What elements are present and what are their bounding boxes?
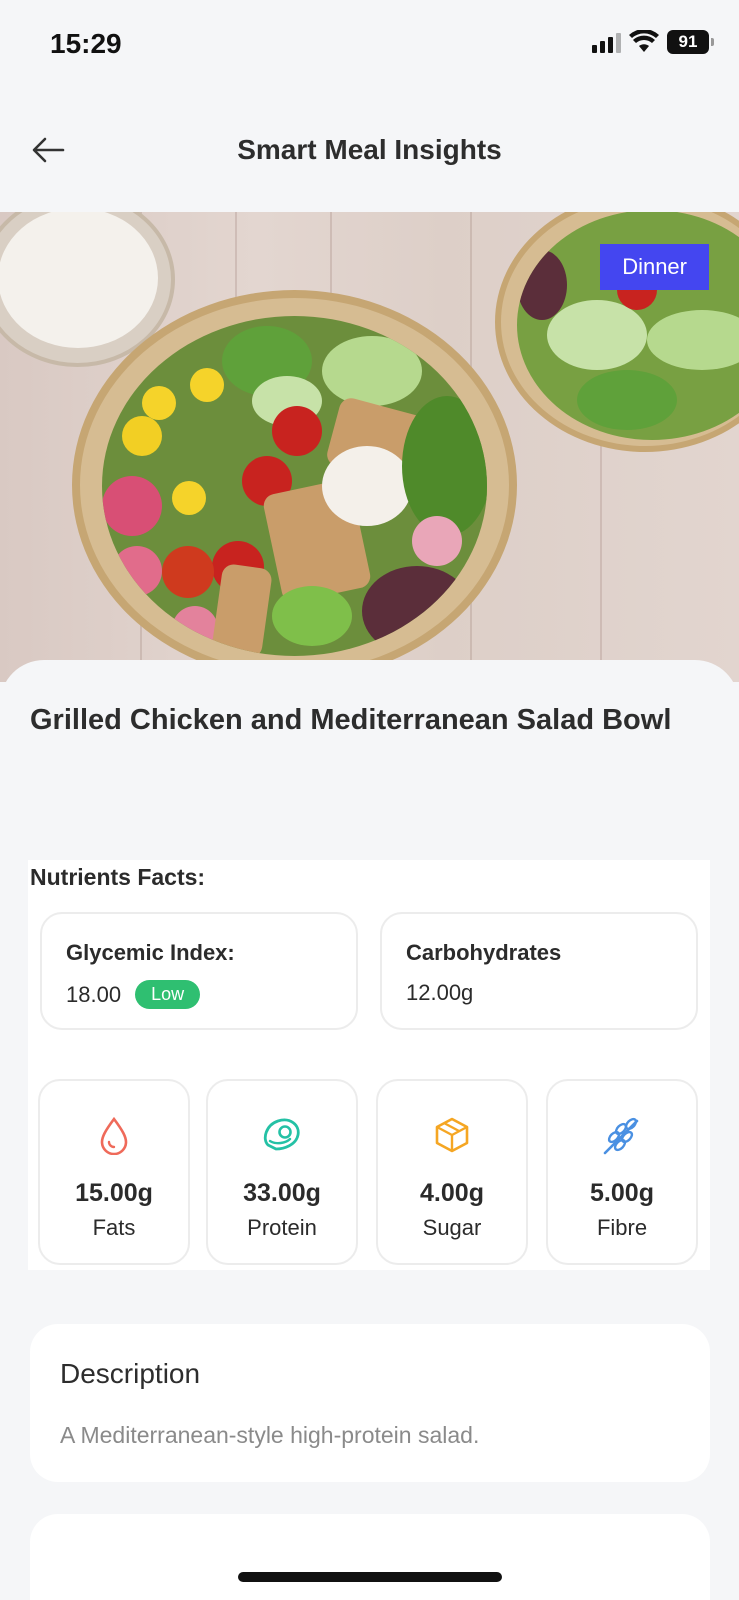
carbohydrates-value: 12.00g (406, 980, 474, 1005)
glycemic-index-label: Glycemic Index: (66, 940, 235, 965)
nutrient-card-fibre: 5.00g Fibre (546, 1079, 698, 1265)
app-header: Smart Meal Insights (0, 110, 739, 190)
glycemic-index-card: Glycemic Index: 18.00 Low (40, 912, 358, 1030)
meat-icon (263, 1118, 300, 1151)
home-indicator[interactable] (238, 1572, 502, 1582)
fat-drop-icon (100, 1116, 128, 1155)
wifi-icon (629, 30, 659, 52)
glycemic-level-badge: Low (135, 980, 201, 1009)
nutrient-name: Fibre (596, 1215, 648, 1240)
carbohydrates-card: Carbohydrates 12.00g (380, 912, 698, 1030)
nutrient-name: Protein (247, 1215, 317, 1240)
status-time: 15:29 (50, 28, 122, 59)
nutrient-name: Fats (92, 1215, 136, 1240)
meal-name: Grilled Chicken and Mediterranean Salad … (30, 704, 672, 736)
meal-type-badge: Dinner (600, 244, 709, 290)
salad-bowl (72, 290, 517, 680)
glycemic-index-value: 18.00 (66, 981, 122, 1007)
meal-details-sheet: Grilled Chicken and Mediterranean Salad … (0, 660, 739, 1600)
sugar-cube-icon (435, 1117, 469, 1153)
nutrient-card-protein: 33.00g Protein (206, 1079, 358, 1265)
nutrient-amount: 15.00g (75, 1179, 153, 1207)
wheat-icon (603, 1117, 639, 1155)
nutrient-card-fats: 15.00g Fats (38, 1079, 190, 1265)
nutrient-amount: 4.00g (420, 1179, 484, 1207)
nutrients-panel: Nutrients Facts: Glycemic Index: 18.00 L… (28, 860, 710, 1270)
status-bar: 15:29 91 (0, 0, 739, 90)
signal-icon (592, 31, 621, 53)
nutrient-amount: 33.00g (243, 1179, 321, 1207)
description-title: Description (60, 1358, 201, 1389)
nutrients-heading: Nutrients Facts: (30, 864, 206, 890)
next-section-card (30, 1514, 710, 1600)
carbohydrates-label: Carbohydrates (406, 940, 562, 965)
nutrient-name: Sugar (422, 1215, 482, 1240)
page-title: Smart Meal Insights (237, 134, 502, 165)
description-text: A Mediterranean-style high-protein salad… (60, 1422, 480, 1448)
description-card: Description A Mediterranean-style high-p… (30, 1324, 710, 1482)
nutrient-card-sugar: 4.00g Sugar (376, 1079, 528, 1265)
meal-photo: Dinner (0, 212, 739, 682)
status-icons: 91 (592, 30, 714, 54)
battery-icon: 91 (667, 30, 714, 54)
nutrient-amount: 5.00g (590, 1179, 654, 1207)
